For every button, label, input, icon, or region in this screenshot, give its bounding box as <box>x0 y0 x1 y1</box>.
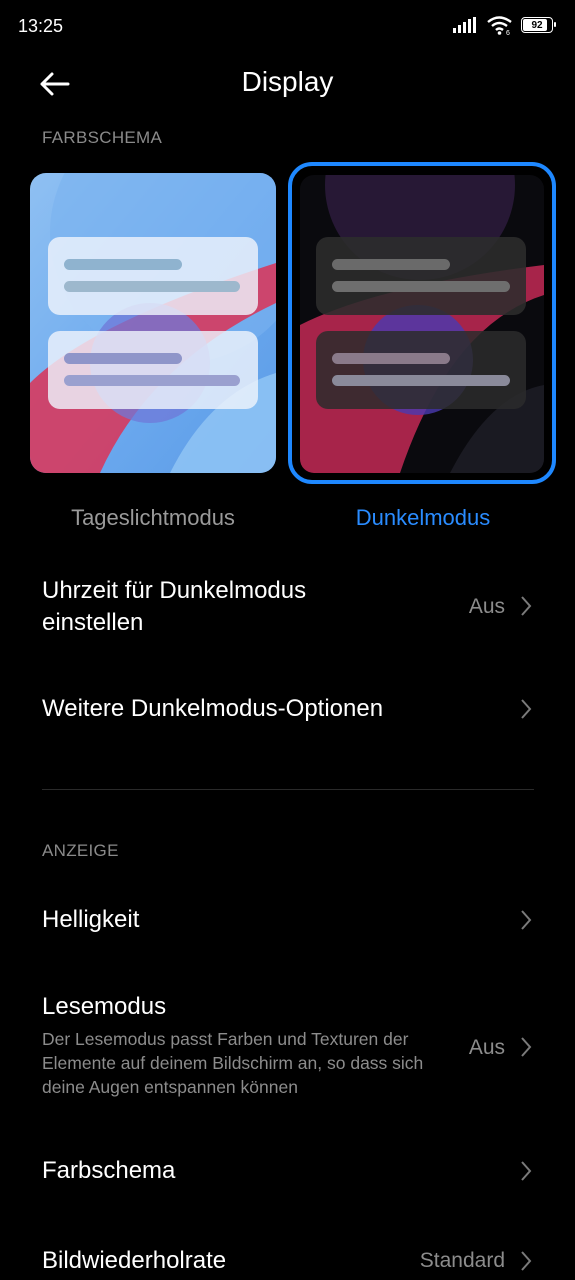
reading-mode-title: Lesemodus <box>42 993 167 1020</box>
chevron-right-icon <box>521 1037 532 1057</box>
chevron-right-icon <box>521 910 532 930</box>
section-label-display: ANZEIGE <box>42 841 119 860</box>
brightness-title: Helligkeit <box>42 906 140 933</box>
section-label-color-scheme: FARBSCHEMA <box>42 128 163 147</box>
signal-icon <box>453 17 476 33</box>
chevron-right-icon <box>521 1161 532 1181</box>
dark-mode-schedule-title: Uhrzeit für Dunkelmodus einstellen <box>42 577 307 636</box>
brightness-row[interactable]: Helligkeit <box>0 904 575 940</box>
reading-mode-description: Der Lesemodus passt Farben und Texturen … <box>42 1029 424 1097</box>
svg-text:6: 6 <box>506 30 510 35</box>
battery-icon: 92 <box>521 17 556 33</box>
dark-wallpaper-image <box>300 175 544 473</box>
battery-level: 92 <box>531 19 543 31</box>
chevron-right-icon <box>521 1251 532 1271</box>
chevron-right-icon <box>521 596 532 616</box>
more-dark-mode-options-row[interactable]: Weitere Dunkelmodus-Optionen <box>0 693 575 729</box>
refresh-rate-title: Bildwiederholrate <box>42 1247 227 1274</box>
dark-mode-schedule-row[interactable]: Uhrzeit für Dunkelmodus einstellen Aus <box>0 575 575 639</box>
chevron-right-icon <box>521 699 532 719</box>
page-title: Display <box>241 66 334 97</box>
section-divider <box>42 789 534 790</box>
light-mode-preview[interactable] <box>30 173 276 473</box>
dark-mode-preview[interactable] <box>300 175 544 473</box>
refresh-rate-row[interactable]: Bildwiederholrate Standard <box>0 1245 575 1280</box>
status-bar: 13:25 6 92 <box>0 0 575 52</box>
dark-mode-label[interactable]: Dunkelmodus <box>300 505 546 531</box>
status-time: 13:25 <box>18 16 64 36</box>
refresh-rate-value: Standard <box>419 1249 505 1272</box>
dark-mode-schedule-value: Aus <box>468 595 505 618</box>
color-scheme-row[interactable]: Farbschema <box>0 1155 575 1191</box>
wifi-icon: 6 <box>487 16 512 35</box>
light-wallpaper-image <box>30 173 276 473</box>
reading-mode-row[interactable]: Lesemodus Der Lesemodus passt Farben und… <box>0 991 575 1103</box>
reading-mode-value: Aus <box>468 1036 505 1059</box>
status-icons: 6 92 <box>453 15 556 35</box>
light-mode-label[interactable]: Tageslichtmodus <box>30 505 276 531</box>
color-scheme-title: Farbschema <box>42 1157 176 1184</box>
more-dark-mode-options-title: Weitere Dunkelmodus-Optionen <box>42 695 384 722</box>
